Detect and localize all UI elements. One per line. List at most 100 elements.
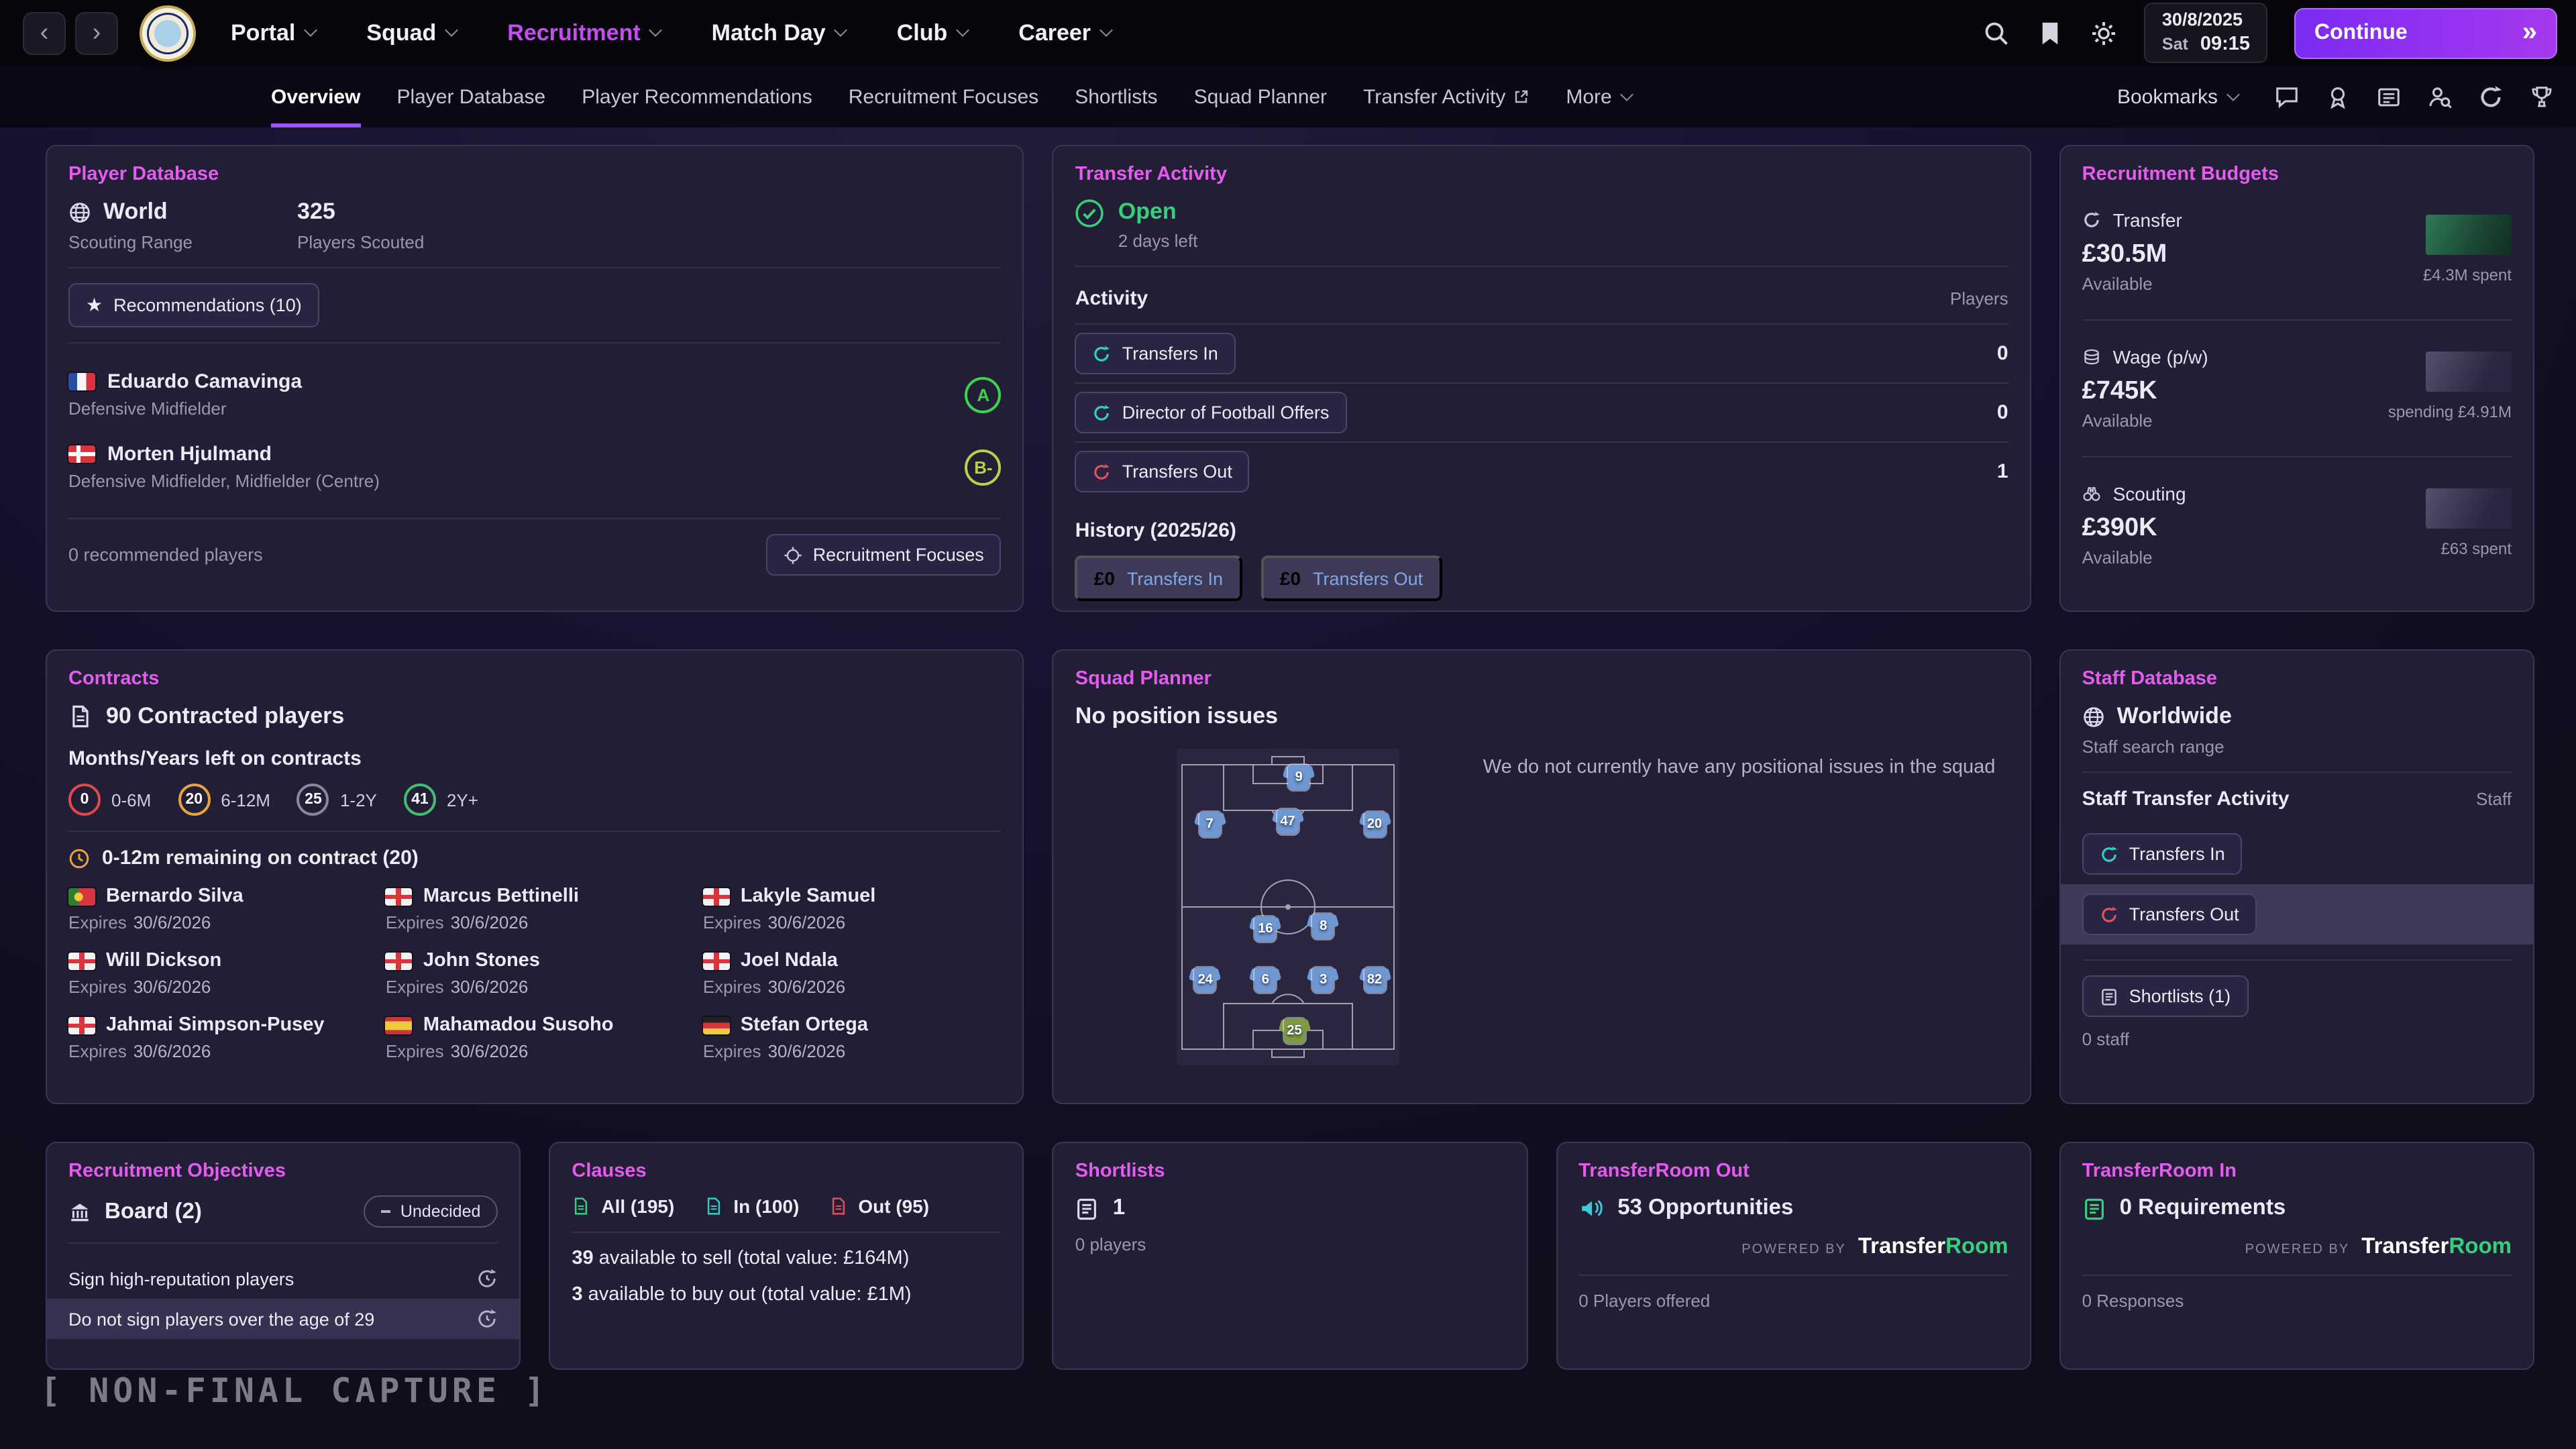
nav-label: Recruitment xyxy=(507,19,640,46)
tab-transfer-activity[interactable]: Transfer Activity xyxy=(1363,66,1529,127)
staff-scope: Worldwide xyxy=(2117,703,2232,730)
player-shirt[interactable]: 6 xyxy=(1250,967,1280,993)
scouting-range-stat[interactable]: World Scouting Range xyxy=(68,199,193,252)
tab-shortlists[interactable]: Shortlists xyxy=(1075,66,1157,127)
contract-player-row[interactable]: Mahamadou Susoho Expires30/6/2026 xyxy=(386,1014,684,1061)
goalkeeper-shirt[interactable]: 25 xyxy=(1280,1018,1309,1043)
clauses-filter-out[interactable]: Out (95) xyxy=(828,1195,929,1217)
clause-doc-icon xyxy=(828,1197,847,1216)
forward-button[interactable]: › xyxy=(75,11,118,54)
budget-note: £63 spent xyxy=(2441,539,2512,558)
club-badge[interactable] xyxy=(140,5,196,61)
scouting-icon[interactable] xyxy=(2427,84,2453,109)
row-value: 0 xyxy=(1997,401,2008,424)
contract-player-row[interactable]: John Stones Expires30/6/2026 xyxy=(386,950,684,997)
player-shirt[interactable]: 82 xyxy=(1360,967,1389,993)
transfers-in-button[interactable]: Transfers In xyxy=(1075,333,1236,374)
clauses-filter-all[interactable]: All (195) xyxy=(572,1195,674,1217)
staff-transfers-in-button[interactable]: Transfers In xyxy=(2082,833,2243,875)
player-shirt[interactable]: 20 xyxy=(1360,812,1389,837)
bucket-1-2y[interactable]: 25 1-2Y xyxy=(297,784,377,816)
bucket-6-12m[interactable]: 20 6-12M xyxy=(178,784,270,816)
nav-squad[interactable]: Squad xyxy=(366,19,456,46)
tab-squad-planner[interactable]: Squad Planner xyxy=(1194,66,1328,127)
divider xyxy=(68,267,1002,268)
news-icon[interactable] xyxy=(2376,84,2402,109)
nav-recruitment[interactable]: Recruitment xyxy=(507,19,660,46)
staff-shortlists-button[interactable]: Shortlists (1) xyxy=(2082,975,2249,1017)
scouting-budget-section[interactable]: Scouting £390K Available £63 spent xyxy=(2082,472,2512,578)
flag-germany-icon xyxy=(703,1016,730,1034)
shirt-number: 24 xyxy=(1191,967,1220,993)
search-icon[interactable] xyxy=(1984,19,2010,46)
clauses-filter-in[interactable]: In (100) xyxy=(704,1195,799,1217)
objective-row[interactable]: Sign high-reputation players xyxy=(68,1258,498,1299)
contract-player-row[interactable]: Marcus Bettinelli Expires30/6/2026 xyxy=(386,885,684,932)
trophy-icon[interactable] xyxy=(2529,84,2555,109)
expiry-date: 30/6/2026 xyxy=(451,977,529,997)
player-shirt[interactable]: 16 xyxy=(1250,916,1280,942)
contract-player-row[interactable]: Bernardo Silva Expires30/6/2026 xyxy=(68,885,367,932)
recommended-player-row[interactable]: Morten Hjulmand Defensive Midfielder, Mi… xyxy=(68,431,1002,503)
nav-portal[interactable]: Portal xyxy=(231,19,315,46)
nav-club[interactable]: Club xyxy=(897,19,968,46)
card-title: Staff Database xyxy=(2082,668,2512,690)
gear-icon[interactable] xyxy=(2091,19,2118,46)
game-date[interactable]: 30/8/2025 Sat 09:15 xyxy=(2145,3,2267,63)
contract-player-row[interactable]: Lakyle Samuel Expires30/6/2026 xyxy=(703,885,1002,932)
nav-match-day[interactable]: Match Day xyxy=(712,19,846,46)
flag-france-icon xyxy=(68,373,95,390)
contract-player-row[interactable]: Will Dickson Expires30/6/2026 xyxy=(68,950,367,997)
recruitment-focuses-button[interactable]: Recruitment Focuses xyxy=(766,534,1002,576)
bucket-0-6m[interactable]: 0 0-6M xyxy=(68,784,151,816)
back-button[interactable]: ‹ xyxy=(23,11,66,54)
ongoing-clock-icon[interactable] xyxy=(476,1308,498,1330)
tab-overview[interactable]: Overview xyxy=(271,66,360,127)
bookmarks-dropdown[interactable]: Bookmarks xyxy=(2117,85,2238,108)
dof-offers-button[interactable]: Director of Football Offers xyxy=(1075,392,1347,433)
objective-row[interactable]: Do not sign players over the age of 29 xyxy=(47,1299,519,1339)
subnav-right: Bookmarks xyxy=(2117,84,2555,109)
row-label: Director of Football Offers xyxy=(1122,402,1330,423)
nav-career[interactable]: Career xyxy=(1018,19,1111,46)
powered-by-label: POWERED BY xyxy=(1741,1242,1846,1257)
transfers-out-button[interactable]: Transfers Out xyxy=(1075,451,1250,492)
player-shirt[interactable]: 8 xyxy=(1309,913,1338,938)
player-shirt[interactable]: 47 xyxy=(1273,809,1303,835)
undecided-badge[interactable]: Undecided xyxy=(364,1195,498,1228)
squad-pitch[interactable]: 9 7 47 20 16 8 24 6 3 82 25 xyxy=(1177,749,1400,1065)
continue-button[interactable]: Continue » xyxy=(2294,7,2557,58)
tab-player-recommendations[interactable]: Player Recommendations xyxy=(582,66,812,127)
sync-icon[interactable] xyxy=(2478,84,2504,109)
chat-icon[interactable] xyxy=(2274,84,2300,109)
recommended-player-row[interactable]: Eduardo Camavinga Defensive Midfielder A xyxy=(68,358,1002,431)
player-shirt[interactable]: 3 xyxy=(1309,967,1338,993)
chevron-down-icon xyxy=(835,23,848,37)
staff-transfers-out-button[interactable]: Transfers Out xyxy=(2082,894,2257,935)
award-icon[interactable] xyxy=(2325,84,2351,109)
contract-player-row[interactable]: Stefan Ortega Expires30/6/2026 xyxy=(703,1014,1002,1061)
player-shirt[interactable]: 7 xyxy=(1195,812,1224,837)
bookmark-flag-icon[interactable] xyxy=(2037,19,2064,46)
expiry-date: 30/6/2026 xyxy=(768,912,846,932)
history-transfers-out-chip[interactable]: £0 Transfers Out xyxy=(1261,555,1442,601)
transfer-budget-section[interactable]: Transfer £30.5M Available £4.3M spent xyxy=(2082,199,2512,305)
tab-recruitment-focuses[interactable]: Recruitment Focuses xyxy=(849,66,1038,127)
player-shirt[interactable]: 9 xyxy=(1284,765,1313,790)
ongoing-clock-icon[interactable] xyxy=(476,1268,498,1289)
recommendations-button[interactable]: ★ Recommendations (10) xyxy=(68,283,319,327)
wage-budget-section[interactable]: Wage (p/w) £745K Available spending £4.9… xyxy=(2082,335,2512,441)
staff-search-range[interactable]: Worldwide Staff search range xyxy=(2082,703,2512,757)
tab-more[interactable]: More xyxy=(1566,66,1631,127)
recruitment-budgets-card: Recruitment Budgets Transfer £30.5M Avai… xyxy=(2059,145,2534,612)
contract-player-row[interactable]: Jahmai Simpson-Pusey Expires30/6/2026 xyxy=(68,1014,367,1061)
contract-player-row[interactable]: Joel Ndala Expires30/6/2026 xyxy=(703,950,1002,997)
divider xyxy=(68,830,1002,832)
tab-player-database[interactable]: Player Database xyxy=(396,66,545,127)
shirt-number: 6 xyxy=(1250,967,1280,993)
player-shirt[interactable]: 24 xyxy=(1191,967,1220,993)
bucket-count: 0 xyxy=(68,784,101,816)
staff-transfers-out-row[interactable]: Transfers Out xyxy=(2061,884,2533,945)
bucket-2y-plus[interactable]: 41 2Y+ xyxy=(404,784,478,816)
history-transfers-in-chip[interactable]: £0 Transfers In xyxy=(1075,555,1242,601)
